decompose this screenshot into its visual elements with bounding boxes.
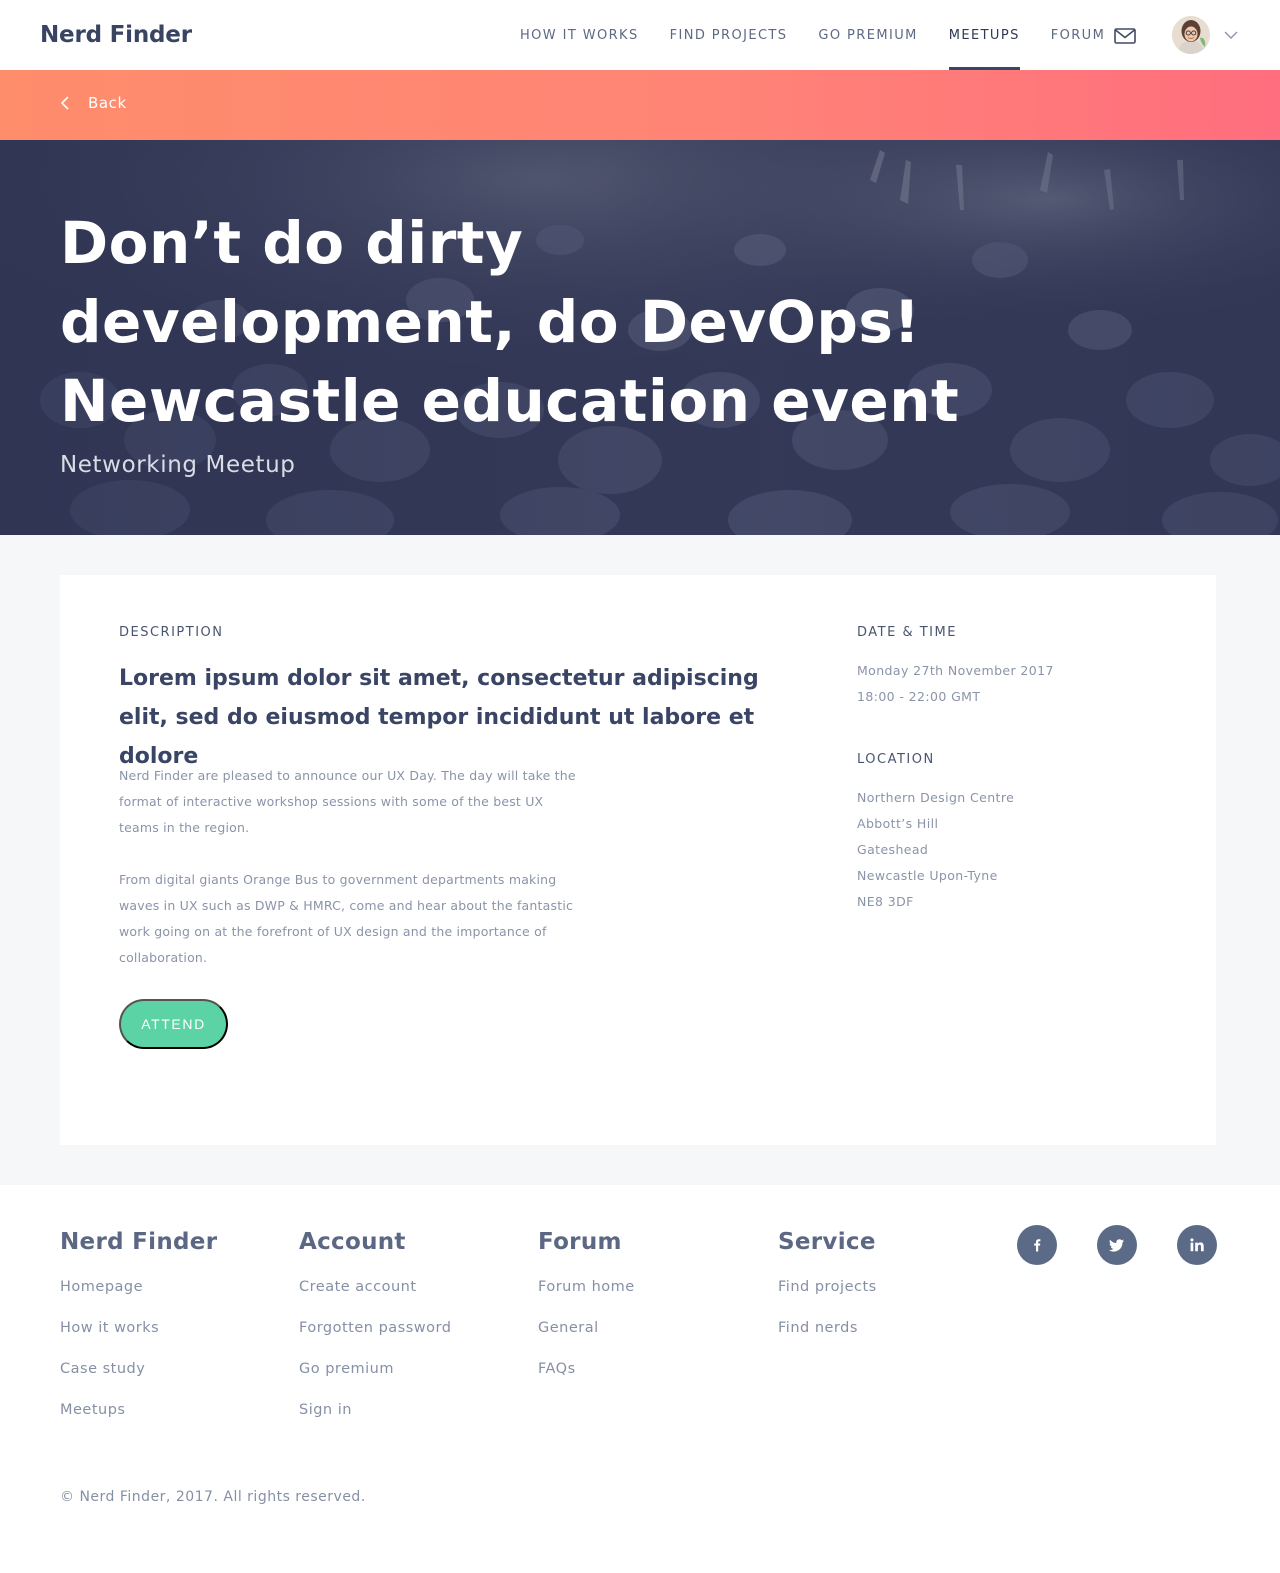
location-line: Gateshead bbox=[857, 842, 929, 857]
nav-how-it-works[interactable]: HOW IT WORKS bbox=[520, 0, 639, 70]
linkedin-icon[interactable] bbox=[1177, 1225, 1217, 1265]
back-label: Back bbox=[88, 94, 127, 112]
footer-link-find-nerds[interactable]: Find nerds bbox=[778, 1320, 877, 1340]
site-footer: Nerd Finder Homepage How it works Case s… bbox=[0, 1185, 1280, 1573]
attend-button[interactable]: ATTEND bbox=[119, 999, 228, 1049]
location-line: Abbott’s Hill bbox=[857, 816, 939, 831]
mail-icon[interactable] bbox=[1114, 28, 1136, 44]
twitter-icon[interactable] bbox=[1097, 1225, 1137, 1265]
nav-go-premium[interactable]: GO PREMIUM bbox=[818, 0, 917, 70]
footer-link-sign-in[interactable]: Sign in bbox=[299, 1402, 451, 1422]
footer-heading: Account bbox=[299, 1229, 406, 1255]
brand-logo[interactable]: Nerd Finder bbox=[40, 22, 192, 48]
location-line: Newcastle Upon-Tyne bbox=[857, 868, 998, 883]
event-date: Monday 27th November 2017 bbox=[857, 663, 1054, 678]
footer-column-nerd-finder: Nerd Finder Homepage How it works Case s… bbox=[60, 1229, 217, 1422]
facebook-icon[interactable] bbox=[1017, 1225, 1057, 1265]
event-hero: Don’t do dirty development, do DevOps! N… bbox=[0, 140, 1280, 535]
description-paragraph: Nerd Finder are pleased to announce our … bbox=[119, 768, 576, 835]
event-details-card: DESCRIPTION Lorem ipsum dolor sit amet, … bbox=[60, 575, 1216, 1145]
back-link[interactable]: Back bbox=[60, 94, 127, 112]
footer-link-forum-home[interactable]: Forum home bbox=[538, 1279, 635, 1299]
avatar-image bbox=[1172, 16, 1210, 54]
twitter-glyph bbox=[1109, 1239, 1124, 1252]
location-label: LOCATION bbox=[857, 752, 935, 767]
footer-column-service: Service Find projects Find nerds bbox=[778, 1229, 877, 1340]
footer-link-faqs[interactable]: FAQs bbox=[538, 1361, 635, 1381]
datetime-label: DATE & TIME bbox=[857, 625, 957, 640]
nav-meetups[interactable]: MEETUPS bbox=[948, 0, 1020, 70]
footer-link-how-it-works[interactable]: How it works bbox=[60, 1320, 217, 1340]
footer-column-account: Account Create account Forgotten passwor… bbox=[299, 1229, 451, 1422]
footer-link-forgotten-password[interactable]: Forgotten password bbox=[299, 1320, 451, 1340]
facebook-glyph bbox=[1034, 1239, 1041, 1252]
main-nav: HOW IT WORKS FIND PROJECTS GO PREMIUM ME… bbox=[520, 0, 1136, 70]
footer-link-general[interactable]: General bbox=[538, 1320, 635, 1340]
copyright-text: © Nerd Finder, 2017. All rights reserved… bbox=[60, 1489, 366, 1505]
event-title: Don’t do dirty development, do DevOps! N… bbox=[60, 209, 960, 435]
footer-link-find-projects[interactable]: Find projects bbox=[778, 1279, 877, 1299]
linkedin-glyph bbox=[1190, 1238, 1204, 1252]
nav-forum[interactable]: FORUM bbox=[1051, 0, 1105, 70]
footer-column-forum: Forum Forum home General FAQs bbox=[538, 1229, 635, 1381]
footer-link-case-study[interactable]: Case study bbox=[60, 1361, 217, 1381]
footer-link-go-premium[interactable]: Go premium bbox=[299, 1361, 451, 1381]
description-label: DESCRIPTION bbox=[119, 625, 224, 640]
footer-heading: Forum bbox=[538, 1229, 622, 1255]
top-navbar: Nerd Finder HOW IT WORKS FIND PROJECTS G… bbox=[0, 0, 1280, 70]
back-bar: Back bbox=[0, 70, 1280, 140]
footer-link-homepage[interactable]: Homepage bbox=[60, 1279, 217, 1299]
location-line: NE8 3DF bbox=[857, 894, 914, 909]
chevron-down-icon[interactable] bbox=[1224, 30, 1238, 40]
footer-link-meetups[interactable]: Meetups bbox=[60, 1402, 217, 1422]
user-avatar[interactable] bbox=[1172, 16, 1210, 54]
event-time: 18:00 - 22:00 GMT bbox=[857, 689, 981, 704]
footer-heading: Nerd Finder bbox=[60, 1229, 218, 1255]
event-type: Networking Meetup bbox=[60, 452, 296, 478]
footer-heading: Service bbox=[778, 1229, 876, 1255]
description-lead: Lorem ipsum dolor sit amet, consectetur … bbox=[119, 666, 759, 769]
nav-find-projects[interactable]: FIND PROJECTS bbox=[670, 0, 788, 70]
footer-link-create-account[interactable]: Create account bbox=[299, 1279, 451, 1299]
chevron-left-icon bbox=[60, 96, 69, 110]
description-paragraph: From digital giants Orange Bus to govern… bbox=[119, 872, 574, 965]
location-line: Northern Design Centre bbox=[857, 790, 1015, 805]
